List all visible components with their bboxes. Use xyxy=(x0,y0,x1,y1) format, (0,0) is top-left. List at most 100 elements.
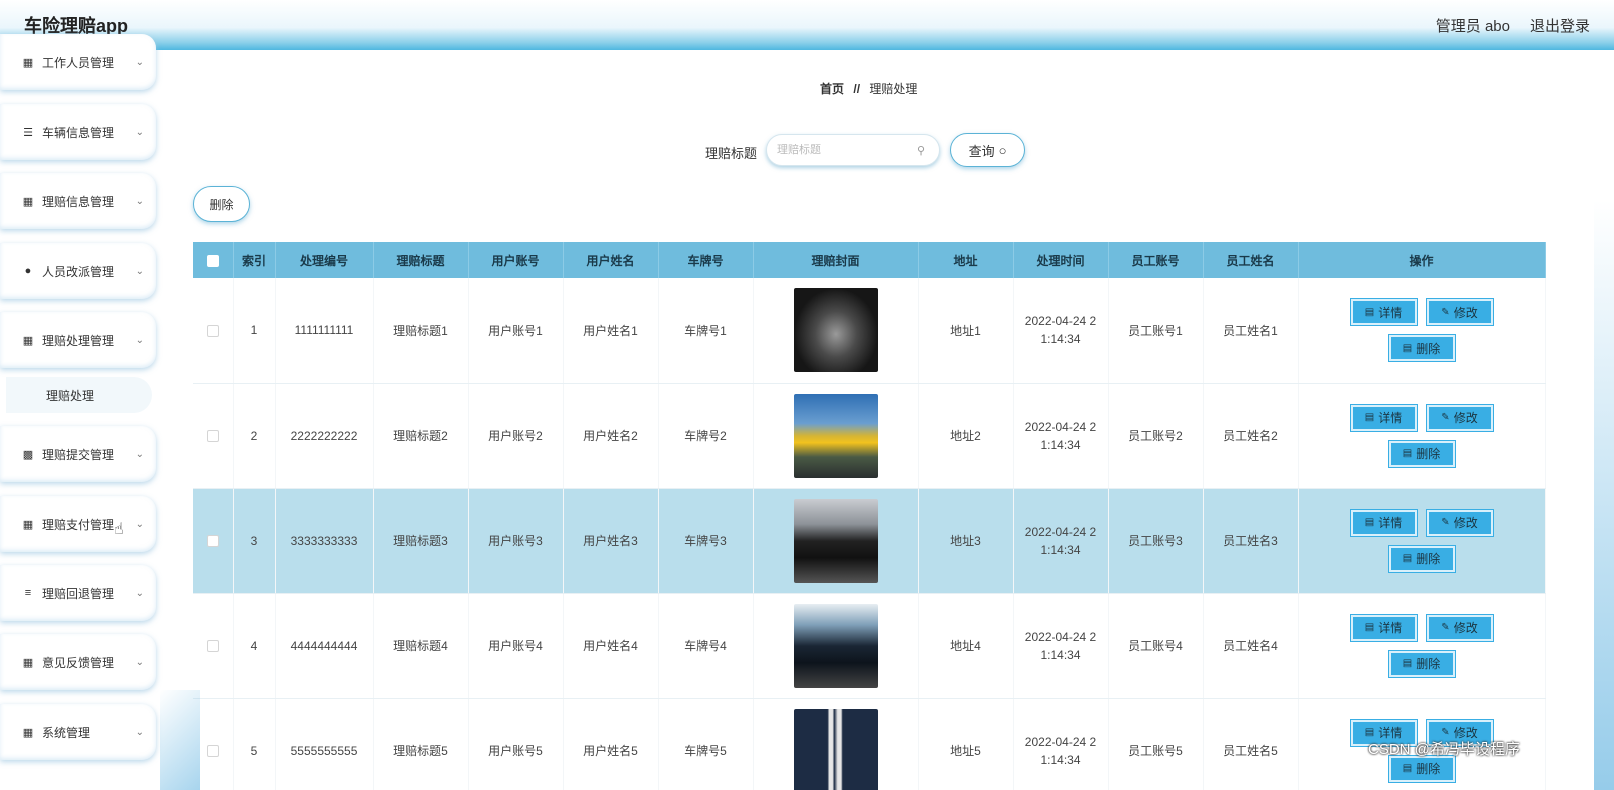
row-checkbox[interactable] xyxy=(206,535,219,548)
row-checkbox[interactable] xyxy=(206,430,219,443)
time-date: 2022-04-24 2 xyxy=(1024,734,1097,749)
edit-icon: ✎ xyxy=(1441,412,1450,423)
row-select-cell[interactable] xyxy=(193,488,234,594)
edit-label: 修改 xyxy=(1453,305,1478,320)
trash-icon: ▤ xyxy=(1402,448,1413,459)
edit-icon: ✎ xyxy=(1441,622,1450,633)
sidebar-item-claim-info[interactable]: ▦ 理赔信息管理 ⌄ xyxy=(0,173,156,229)
edit-button[interactable]: ✎ 修改 xyxy=(1426,509,1493,536)
search-box[interactable]: ⚲ xyxy=(766,134,940,166)
grid-icon: ▦ xyxy=(22,656,34,669)
column-header: 员工姓名 xyxy=(1203,242,1299,278)
breadcrumb: 首页 // 理赔处理 xyxy=(820,80,917,97)
cell-plate: 车牌号1 xyxy=(658,278,754,384)
edit-button[interactable]: ✎ 修改 xyxy=(1426,404,1493,431)
sidebar-item-label: 工作人员管理 xyxy=(42,55,115,70)
trash-icon: ▤ xyxy=(1402,763,1413,774)
delete-button[interactable]: ▤ 删除 xyxy=(1388,755,1455,782)
cell-cover xyxy=(753,383,919,489)
cell-cover xyxy=(753,488,919,594)
sidebar-item-claim-payment[interactable]: ▦ 理赔支付管理 ⌄ xyxy=(0,496,156,552)
cell-index: 3 xyxy=(233,488,276,594)
column-header: 操作 xyxy=(1298,242,1546,278)
select-all-checkbox[interactable] xyxy=(206,254,219,267)
sidebar-item-label: 人员改派管理 xyxy=(42,264,115,279)
chevron-down-icon: ⌄ xyxy=(135,56,144,68)
time-clock: 1:14:34 xyxy=(1040,647,1081,662)
sidebar-item-reassign[interactable]: ● 人员改派管理 ⌄ xyxy=(0,243,156,299)
row-checkbox[interactable] xyxy=(206,325,219,338)
cell-code: 5555555555 xyxy=(275,698,374,790)
cell-emp-name: 员工姓名2 xyxy=(1203,383,1299,489)
cell-emp-account: 员工账号4 xyxy=(1108,593,1204,699)
detail-button[interactable]: ▤ 详情 xyxy=(1350,404,1417,431)
cell-emp-name: 员工姓名5 xyxy=(1203,698,1299,790)
row-checkbox[interactable] xyxy=(206,640,219,653)
column-header: 处理编号 xyxy=(275,242,374,278)
sidebar-item-claim-processing[interactable]: ▦ 理赔处理管理 ⌄ xyxy=(0,312,156,368)
edit-button[interactable]: ✎ 修改 xyxy=(1426,614,1493,641)
detail-button[interactable]: ▤ 详情 xyxy=(1350,299,1417,326)
delete-button[interactable]: ▤ 删除 xyxy=(1388,440,1455,467)
edit-label: 修改 xyxy=(1453,516,1478,530)
submenu-item-claim-process[interactable]: 理赔处理 xyxy=(6,377,152,413)
sidebar-item-feedback[interactable]: ▦ 意见反馈管理 ⌄ xyxy=(0,634,156,690)
cell-time: 2022-04-24 2 1:14:34 xyxy=(1013,278,1109,384)
sidebar-item-claim-rollback[interactable]: ≡ 理赔回退管理 ⌄ xyxy=(0,565,156,621)
sidebar-item-claim-submit[interactable]: ▩ 理赔提交管理 ⌄ xyxy=(0,426,156,482)
cell-name: 用户姓名2 xyxy=(563,383,659,489)
admin-user-label[interactable]: 管理员 abo xyxy=(1436,15,1510,36)
sidebar-item-label: 车辆信息管理 xyxy=(42,125,115,140)
batch-delete-button[interactable]: 删除 xyxy=(193,186,250,222)
logout-link[interactable]: 退出登录 xyxy=(1530,15,1590,36)
time-clock: 1:14:34 xyxy=(1040,332,1081,347)
hand-cursor-icon: ☝ xyxy=(114,521,124,538)
cell-account: 用户账号4 xyxy=(468,593,564,699)
top-header: 车险理赔app 管理员 abo 退出登录 xyxy=(0,0,1614,50)
row-select-cell[interactable] xyxy=(193,383,234,489)
cell-plate: 车牌号5 xyxy=(658,698,754,790)
column-header: 车牌号 xyxy=(658,242,754,278)
sidebar-item-label: 理赔提交管理 xyxy=(42,447,115,462)
row-select-cell[interactable] xyxy=(193,278,234,384)
sidebar-item-label: 理赔信息管理 xyxy=(42,194,115,209)
document-icon: ▤ xyxy=(1364,517,1375,528)
select-all-header[interactable] xyxy=(193,242,234,278)
sidebar-item-system[interactable]: ▦ 系统管理 ⌄ xyxy=(0,704,156,760)
search-icon: ○ xyxy=(998,142,1007,158)
detail-button[interactable]: ▤ 详情 xyxy=(1350,614,1417,641)
search-input[interactable] xyxy=(777,144,917,156)
column-header: 索引 xyxy=(233,242,276,278)
trash-icon: ▤ xyxy=(1402,658,1413,669)
edit-label: 修改 xyxy=(1453,621,1478,635)
user-icon: ● xyxy=(24,265,32,277)
column-header: 员工账号 xyxy=(1108,242,1204,278)
cell-name: 用户姓名1 xyxy=(563,278,659,384)
car-cover-image xyxy=(793,288,878,373)
submenu-item-label: 理赔处理 xyxy=(46,388,95,403)
query-button[interactable]: 查询 ○ xyxy=(950,133,1025,167)
row-select-cell[interactable] xyxy=(193,593,234,699)
edit-button[interactable]: ✎ 修改 xyxy=(1426,299,1493,326)
delete-button[interactable]: ▤ 删除 xyxy=(1388,335,1455,362)
column-header: 用户账号 xyxy=(468,242,564,278)
cell-time: 2022-04-24 2 1:14:34 xyxy=(1013,593,1109,699)
cell-index: 2 xyxy=(233,383,276,489)
breadcrumb-separator: // xyxy=(853,82,861,96)
car-cover-image xyxy=(793,708,878,790)
delete-button[interactable]: ▤ 删除 xyxy=(1388,650,1455,677)
sidebar-item-label: 理赔回退管理 xyxy=(42,586,115,601)
breadcrumb-home[interactable]: 首页 xyxy=(820,82,844,96)
cell-time: 2022-04-24 2 1:14:34 xyxy=(1013,383,1109,489)
cell-code: 1111111111 xyxy=(275,278,374,384)
cell-address: 地址1 xyxy=(918,278,1014,384)
decorative-gradient xyxy=(1594,200,1614,790)
cell-actions: ▤ 详情 ✎ 修改 ▤ 删除 xyxy=(1298,488,1546,594)
sidebar-item-vehicles[interactable]: ☰ 车辆信息管理 ⌄ xyxy=(0,104,156,160)
sidebar-item-staff[interactable]: ▦ 工作人员管理 ⌄ xyxy=(0,34,156,90)
cell-cover xyxy=(753,278,919,384)
detail-button[interactable]: ▤ 详情 xyxy=(1350,509,1417,536)
cell-code: 3333333333 xyxy=(275,488,374,594)
delete-button[interactable]: ▤ 删除 xyxy=(1388,545,1455,572)
row-checkbox[interactable] xyxy=(206,745,219,758)
